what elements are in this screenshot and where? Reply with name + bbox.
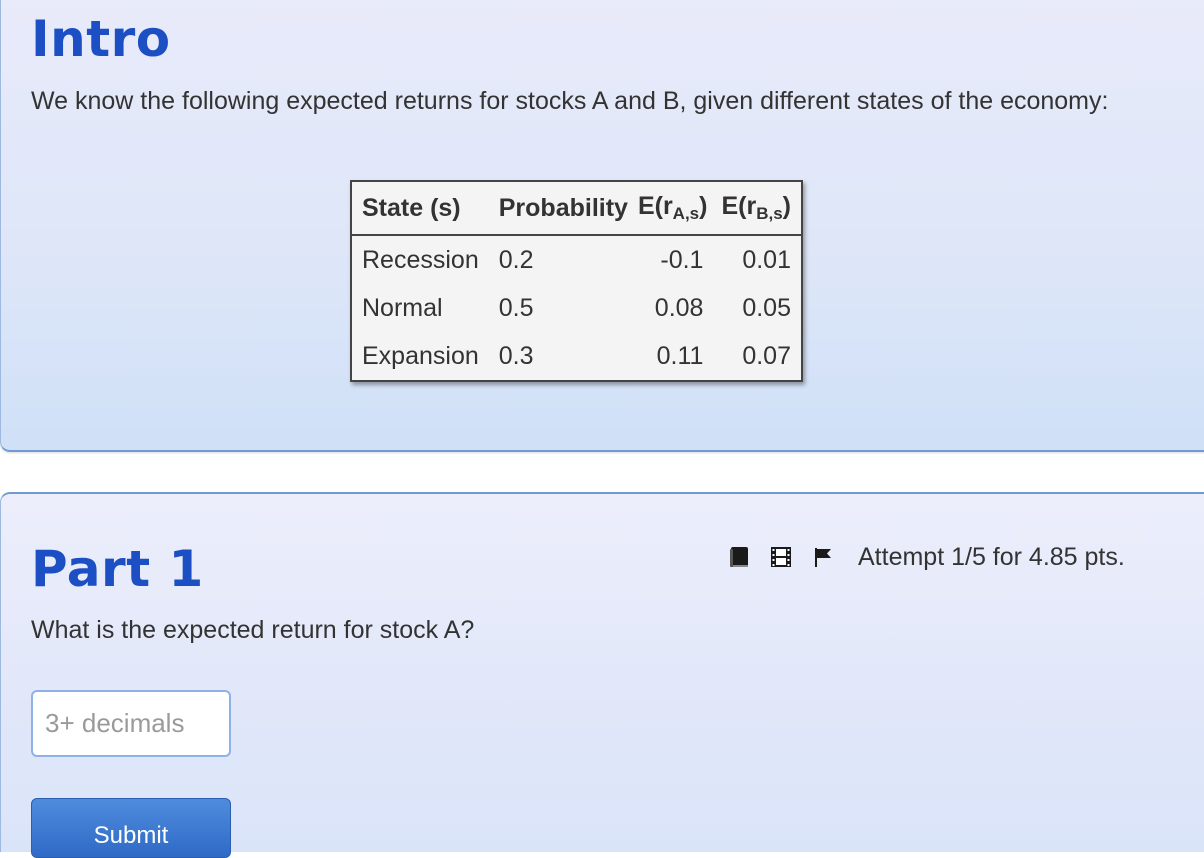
table-row: Normal 0.5 0.08 0.05	[351, 284, 802, 332]
header-expected-return-a: E(rA,s)	[631, 181, 714, 236]
intro-text: We know the following expected returns f…	[31, 87, 1109, 115]
cell-state: Normal	[362, 293, 443, 322]
cell-probability: 0.5	[498, 293, 534, 322]
header-era-prefix: E(r	[637, 192, 673, 220]
intro-title: Intro	[31, 10, 171, 68]
question-toolbar: Attempt 1/5 for 4.85 pts.	[728, 542, 1125, 572]
cell-probability: 0.2	[498, 245, 534, 274]
question-text: What is the expected return for stock A?	[31, 616, 475, 644]
header-erb-sub: B,s	[756, 204, 783, 223]
cell-era: 0.11	[656, 341, 704, 370]
header-era-sub: A,s	[672, 204, 700, 223]
header-expected-return-b: E(rB,s)	[713, 181, 802, 236]
answer-input[interactable]	[31, 690, 231, 757]
header-erb-suffix: )	[782, 192, 791, 220]
cell-erb: 0.05	[742, 293, 791, 322]
cell-era: -0.1	[660, 245, 704, 274]
part-card: Part 1 Attempt 1/5 for 4.85 pts. What is…	[0, 492, 1204, 858]
book-icon[interactable]	[728, 545, 750, 569]
flag-icon[interactable]	[812, 545, 834, 569]
submit-button[interactable]: Submit	[31, 798, 231, 858]
cell-erb: 0.07	[742, 341, 791, 370]
intro-card: Intro We know the following expected ret…	[0, 0, 1204, 452]
header-state: State (s)	[351, 181, 489, 236]
header-erb-prefix: E(r	[721, 192, 757, 220]
returns-table: State (s) Probability E(rA,s) E(rB,s) Re…	[350, 180, 803, 382]
cell-state: Expansion	[362, 341, 479, 370]
film-icon[interactable]	[770, 545, 792, 569]
cell-state: Recession	[362, 245, 479, 274]
cell-erb: 0.01	[742, 245, 791, 274]
part-title: Part 1	[31, 540, 204, 598]
table-row: Expansion 0.3 0.11 0.07	[351, 332, 802, 381]
cell-probability: 0.3	[498, 341, 534, 370]
header-era-suffix: )	[699, 192, 708, 220]
attempt-info: Attempt 1/5 for 4.85 pts.	[858, 542, 1125, 571]
header-probability: Probability	[488, 181, 632, 236]
table-header-row: State (s) Probability E(rA,s) E(rB,s)	[351, 181, 802, 236]
cell-era: 0.08	[654, 293, 704, 322]
table-row: Recession 0.2 -0.1 0.01	[351, 235, 802, 284]
